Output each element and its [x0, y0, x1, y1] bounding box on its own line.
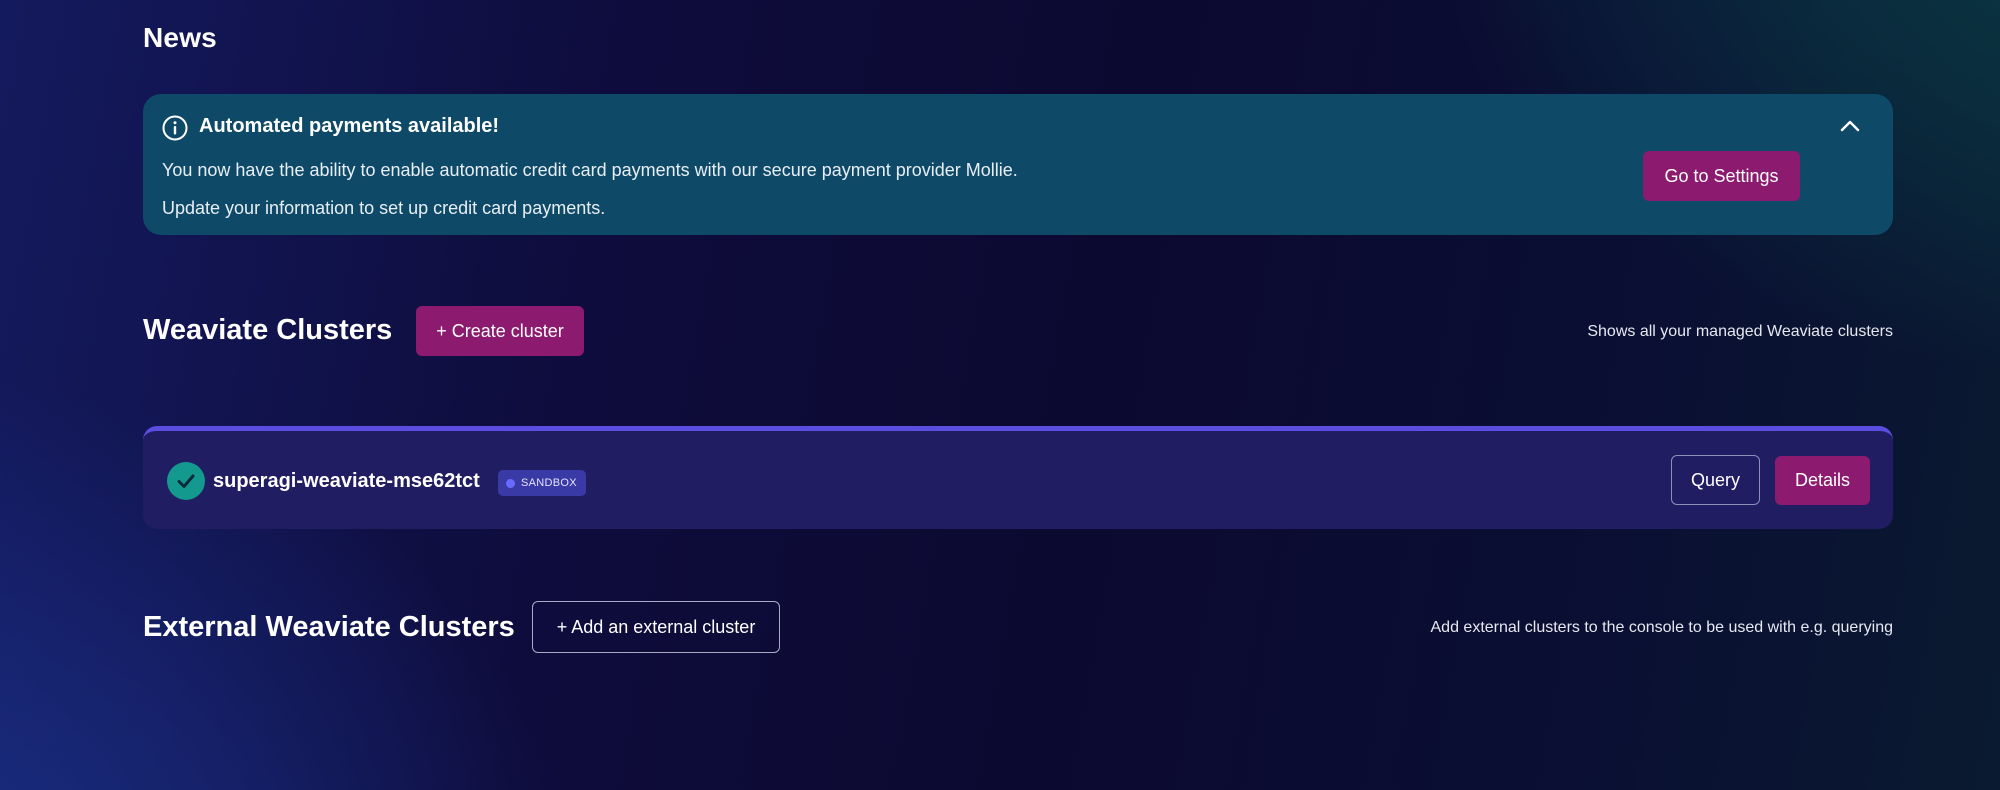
- badge-dot-icon: [506, 478, 515, 488]
- details-button[interactable]: Details: [1775, 456, 1870, 505]
- news-card-message: You now have the ability to enable autom…: [162, 160, 1018, 180]
- cluster-name[interactable]: superagi-weaviate-mse62tct: [213, 470, 480, 493]
- check-circle-icon: [167, 462, 205, 500]
- sandbox-badge: SANDBOX: [498, 470, 586, 496]
- add-external-cluster-button[interactable]: + Add an external cluster: [532, 601, 780, 653]
- news-section-title: News: [143, 22, 217, 53]
- chevron-up-icon[interactable]: [1838, 116, 1862, 136]
- clusters-section-title: Weaviate Clusters: [143, 314, 393, 346]
- news-card-message-secondary: Update your information to set up credit…: [162, 198, 606, 218]
- create-cluster-button[interactable]: + Create cluster: [416, 306, 584, 356]
- news-card-heading: Automated payments available!: [199, 115, 500, 137]
- sandbox-badge-label: SANDBOX: [521, 477, 577, 489]
- query-button[interactable]: Query: [1671, 455, 1760, 505]
- info-circle-icon: [162, 115, 188, 141]
- external-clusters-section-note: Add external clusters to the console to …: [1430, 619, 1894, 636]
- external-clusters-section-title: External Weaviate Clusters: [143, 611, 515, 643]
- go-to-settings-button[interactable]: Go to Settings: [1643, 151, 1800, 201]
- clusters-section-note: Shows all your managed Weaviate clusters: [1587, 323, 1893, 340]
